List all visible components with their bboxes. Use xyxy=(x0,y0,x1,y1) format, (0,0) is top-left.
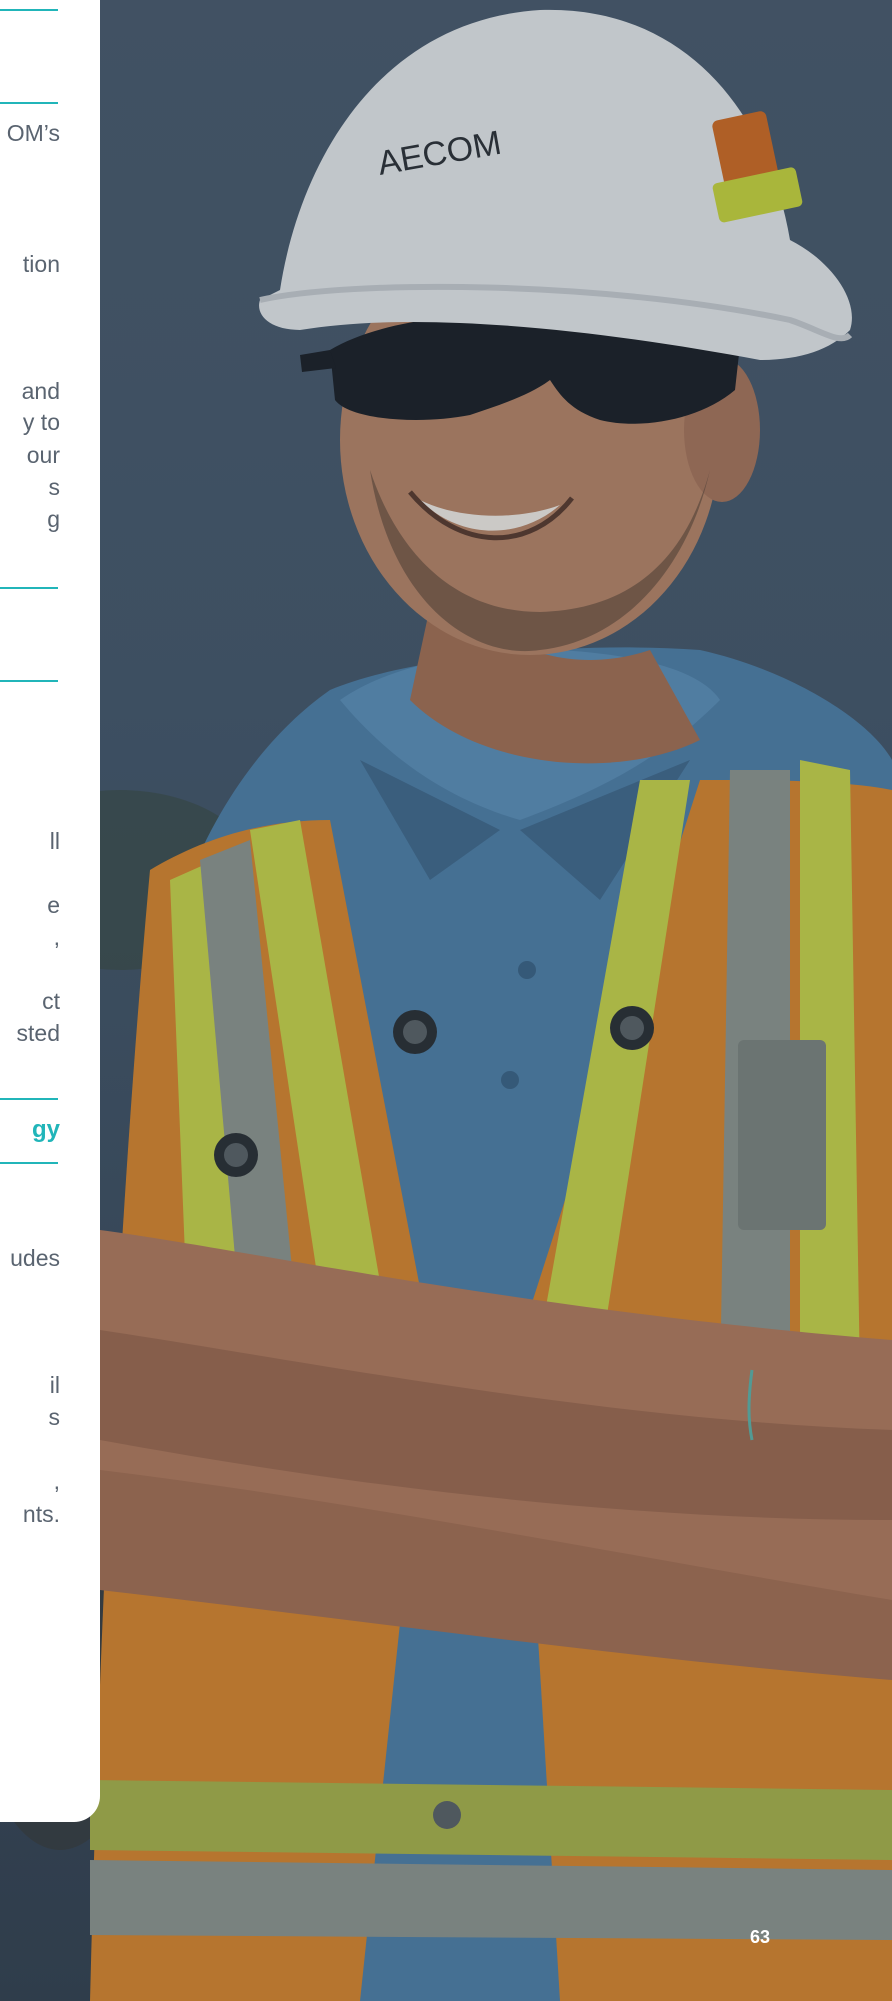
text-fragment: s xyxy=(48,1404,61,1430)
text-fragment: sted xyxy=(16,1020,60,1046)
section-heading-fragment: gy xyxy=(31,1116,60,1143)
worker-photo: AECOM xyxy=(0,0,892,2001)
text-fragment: , xyxy=(53,1468,60,1494)
text-fragment: tion xyxy=(22,251,60,277)
text-fragment: ct xyxy=(42,988,60,1014)
text-fragment: udes xyxy=(10,1245,60,1271)
page-number: 63 xyxy=(749,1927,771,1947)
accent-rule xyxy=(0,680,58,682)
accent-rule xyxy=(0,587,58,589)
accent-rule xyxy=(0,1098,58,1100)
text-fragment: y to xyxy=(22,409,60,435)
text-fragment: g xyxy=(47,506,60,532)
accent-rule xyxy=(0,1162,58,1164)
text-fragment: OM’s xyxy=(6,120,60,146)
content-panel: OM’s tion and y to our s g ll e , ct ste… xyxy=(0,0,100,1822)
text-fragment: nts. xyxy=(22,1501,60,1527)
photo-tint-overlay xyxy=(0,0,892,2001)
text-fragment: e xyxy=(47,892,60,918)
text-fragment: ll xyxy=(49,828,60,854)
text-fragment: our xyxy=(26,442,60,468)
text-fragment: , xyxy=(53,924,60,950)
text-fragment: il xyxy=(49,1372,60,1398)
text-fragment: and xyxy=(21,378,60,404)
accent-rule xyxy=(0,9,58,11)
text-fragment: s xyxy=(48,474,61,500)
accent-rule xyxy=(0,102,58,104)
